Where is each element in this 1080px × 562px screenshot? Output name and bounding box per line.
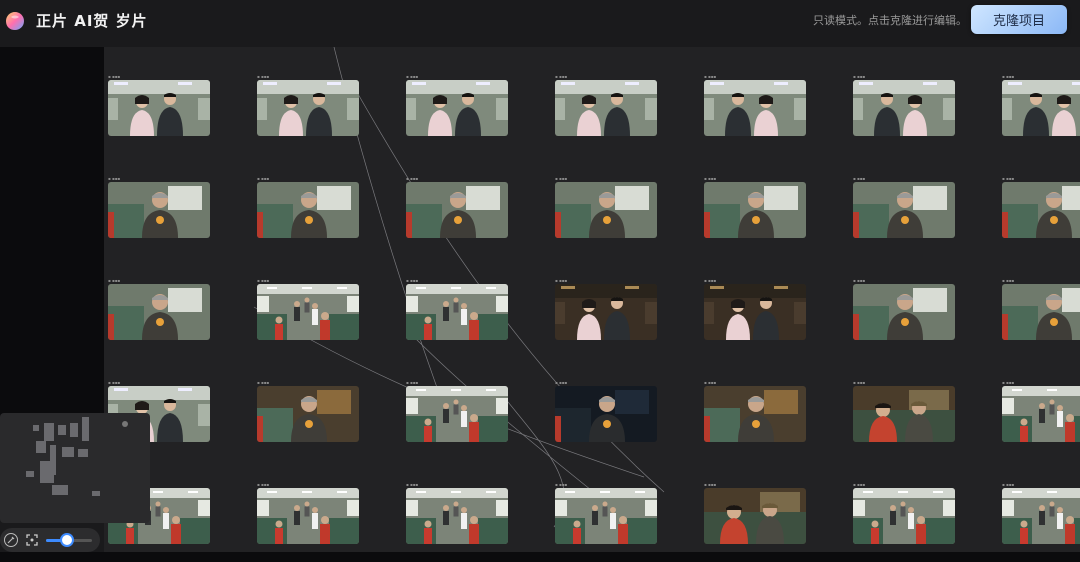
minimap-block	[62, 447, 74, 457]
clone-project-button[interactable]: 克隆项目	[971, 5, 1067, 34]
frame-thumbnail[interactable]	[704, 80, 806, 136]
minimap-block	[70, 423, 78, 437]
storyboard-frame[interactable]: ▪ ▪▪▪	[1002, 380, 1080, 442]
frame-thumbnail[interactable]	[1002, 80, 1080, 136]
storyboard-frame[interactable]: ▪ ▪▪▪	[704, 380, 808, 442]
minimap-block	[78, 449, 88, 457]
minimap-block	[44, 423, 54, 441]
storyboard-frame[interactable]: ▪ ▪▪▪	[1002, 482, 1080, 544]
zoom-slider-handle[interactable]	[59, 533, 74, 547]
storyboard-frame[interactable]: ▪ ▪▪▪	[257, 278, 361, 340]
frame-thumbnail[interactable]	[406, 80, 508, 136]
frame-thumbnail[interactable]	[108, 284, 210, 340]
frame-thumbnail[interactable]	[257, 80, 359, 136]
storyboard-frame[interactable]: ▪ ▪▪▪	[1002, 176, 1080, 238]
storyboard-frame[interactable]: ▪ ▪▪▪	[704, 278, 808, 340]
minimap-block	[52, 485, 68, 495]
storyboard-frame[interactable]: ▪ ▪▪▪	[704, 482, 808, 544]
storyboard-frame[interactable]: ▪ ▪▪▪	[257, 74, 361, 136]
storyboard-canvas[interactable]: ▪ ▪▪▪ ▪ ▪▪▪ ▪ ▪▪▪ ▪ ▪▪▪ ▪ ▪▪▪ ▪ ▪▪▪ ▪ ▪▪…	[104, 47, 1080, 552]
minimap-block	[82, 417, 89, 441]
storyboard-frame[interactable]: ▪ ▪▪▪	[406, 74, 510, 136]
storyboard-frame[interactable]: ▪ ▪▪▪	[853, 176, 957, 238]
storyboard-frame[interactable]: ▪ ▪▪▪	[853, 278, 957, 340]
minimap-block	[40, 461, 54, 483]
frame-thumbnail[interactable]	[853, 386, 955, 442]
frame-thumbnail[interactable]	[853, 182, 955, 238]
storyboard-frame[interactable]: ▪ ▪▪▪	[406, 482, 510, 544]
storyboard-frame[interactable]: ▪ ▪▪▪	[1002, 278, 1080, 340]
minimap-block	[58, 425, 66, 435]
storyboard-frame[interactable]: ▪ ▪▪▪	[108, 278, 212, 340]
zoom-slider[interactable]	[46, 533, 92, 547]
storyboard-frame[interactable]: ▪ ▪▪▪	[555, 74, 659, 136]
frame-thumbnail[interactable]	[555, 80, 657, 136]
minimap-block	[36, 441, 46, 453]
frame-thumbnail[interactable]	[406, 488, 508, 544]
storyboard-frame[interactable]: ▪ ▪▪▪	[406, 380, 510, 442]
frame-thumbnail[interactable]	[1002, 182, 1080, 238]
frame-thumbnail[interactable]	[257, 182, 359, 238]
frame-thumbnail[interactable]	[704, 386, 806, 442]
canvas-control-bar	[0, 528, 100, 552]
frame-thumbnail[interactable]	[555, 284, 657, 340]
storyboard-frame[interactable]: ▪ ▪▪▪	[853, 482, 957, 544]
frame-thumbnail[interactable]	[704, 488, 806, 544]
storyboard-frame[interactable]: ▪ ▪▪▪	[108, 74, 212, 136]
minimap-block	[92, 491, 100, 496]
app-logo-icon[interactable]	[4, 10, 26, 32]
frame-thumbnail[interactable]	[555, 488, 657, 544]
storyboard-frame[interactable]: ▪ ▪▪▪	[406, 176, 510, 238]
frame-thumbnail[interactable]	[406, 386, 508, 442]
frame-thumbnail[interactable]	[555, 386, 657, 442]
storyboard-frame[interactable]: ▪ ▪▪▪	[257, 380, 361, 442]
frame-thumbnail[interactable]	[257, 284, 359, 340]
readonly-notice: 只读模式。点击克隆进行编辑。	[813, 14, 967, 27]
frame-thumbnail[interactable]	[406, 284, 508, 340]
frame-thumbnail[interactable]	[108, 182, 210, 238]
storyboard-frame[interactable]: ▪ ▪▪▪	[555, 176, 659, 238]
storyboard-frame[interactable]: ▪ ▪▪▪	[555, 278, 659, 340]
frame-thumbnail[interactable]	[257, 488, 359, 544]
minimap-close-dot[interactable]	[122, 421, 128, 427]
frame-thumbnail[interactable]	[555, 182, 657, 238]
frame-thumbnail[interactable]	[257, 386, 359, 442]
storyboard-frame[interactable]: ▪ ▪▪▪	[108, 176, 212, 238]
frame-thumbnail[interactable]	[704, 182, 806, 238]
storyboard-frame[interactable]: ▪ ▪▪▪	[555, 380, 659, 442]
minimap-block	[26, 471, 34, 477]
storyboard-frame[interactable]: ▪ ▪▪▪	[555, 482, 659, 544]
storyboard-frame[interactable]: ▪ ▪▪▪	[853, 74, 957, 136]
frame-thumbnail[interactable]	[1002, 284, 1080, 340]
brush-icon[interactable]	[3, 532, 19, 548]
frame-thumbnail[interactable]	[1002, 386, 1080, 442]
storyboard-frame[interactable]: ▪ ▪▪▪	[257, 176, 361, 238]
frame-thumbnail[interactable]	[108, 80, 210, 136]
storyboard-frame[interactable]: ▪ ▪▪▪	[853, 380, 957, 442]
frame-thumbnail[interactable]	[406, 182, 508, 238]
storyboard-frame[interactable]: ▪ ▪▪▪	[257, 482, 361, 544]
frame-thumbnail[interactable]	[853, 284, 955, 340]
top-bar: 正片 AI贺 岁片 只读模式。点击克隆进行编辑。 克隆项目	[0, 0, 1080, 42]
storyboard-frame[interactable]: ▪ ▪▪▪	[704, 74, 808, 136]
bottom-strip	[0, 552, 1080, 562]
frame-thumbnail[interactable]	[1002, 488, 1080, 544]
minimap-block	[33, 425, 39, 431]
minimap[interactable]	[0, 413, 150, 523]
frame-thumbnail[interactable]	[853, 488, 955, 544]
storyboard-frame[interactable]: ▪ ▪▪▪	[704, 176, 808, 238]
fit-view-icon[interactable]	[24, 532, 40, 548]
storyboard-frame[interactable]: ▪ ▪▪▪	[1002, 74, 1080, 136]
frame-thumbnail[interactable]	[853, 80, 955, 136]
app-title: 正片 AI贺 岁片	[36, 12, 148, 30]
storyboard-frame[interactable]: ▪ ▪▪▪	[406, 278, 510, 340]
frame-thumbnail[interactable]	[704, 284, 806, 340]
